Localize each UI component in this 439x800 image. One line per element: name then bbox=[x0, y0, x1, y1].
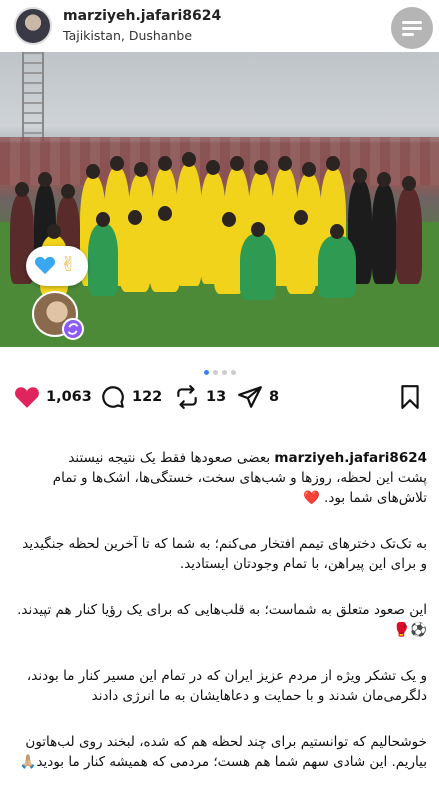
repost-arrows-icon bbox=[177, 385, 197, 409]
carousel-dot bbox=[230, 370, 236, 375]
carousel-dot bbox=[203, 370, 209, 375]
player-head bbox=[128, 210, 142, 225]
player-head bbox=[254, 160, 268, 175]
player-head bbox=[96, 212, 110, 227]
player-head bbox=[302, 162, 316, 177]
player-head bbox=[86, 164, 100, 179]
share-count: 8 bbox=[269, 389, 280, 405]
repost-button[interactable]: 13 bbox=[174, 384, 226, 410]
caption-username[interactable]: marziyeh.jafari8624 bbox=[274, 450, 427, 466]
menu-icon[interactable] bbox=[391, 7, 433, 49]
caption-first-text: بعضی صعودها فقط یک نتیجه نیستند bbox=[68, 450, 271, 466]
blue-heart-icon bbox=[34, 256, 56, 275]
player-head bbox=[61, 184, 75, 199]
player-figure bbox=[318, 236, 356, 298]
share-button[interactable]: 8 bbox=[237, 384, 279, 410]
player-head bbox=[38, 172, 52, 187]
repost-badge-icon bbox=[62, 318, 84, 340]
caption-line: و یک تشکر ویژه از مردم عزیز ایران که در … bbox=[26, 668, 427, 704]
victory-hand-icon: ✌ bbox=[60, 252, 77, 276]
carousel-dot bbox=[212, 370, 218, 375]
player-head bbox=[206, 160, 220, 175]
player-head bbox=[330, 224, 344, 239]
player-head bbox=[230, 156, 244, 171]
comment-count: 122 bbox=[132, 389, 163, 405]
player-figure bbox=[396, 188, 422, 284]
player-head bbox=[294, 210, 308, 225]
player-figure bbox=[150, 218, 180, 292]
player-head bbox=[326, 156, 340, 171]
comment-button[interactable]: 122 bbox=[100, 384, 162, 410]
player-head bbox=[182, 152, 196, 167]
like-count: 1,063 bbox=[46, 389, 92, 405]
player-head bbox=[402, 176, 416, 191]
player-figure bbox=[88, 224, 118, 296]
player-head bbox=[377, 172, 391, 187]
like-button[interactable]: 1,063 bbox=[14, 384, 92, 410]
caption-line: خوشحالیم که توانستیم برای چند لحظه هم که… bbox=[19, 734, 427, 770]
player-head bbox=[222, 212, 236, 227]
action-bar: 1,063 122 13 8 bbox=[0, 380, 439, 412]
carousel-dot bbox=[221, 370, 227, 375]
heart-icon bbox=[15, 387, 39, 408]
location[interactable]: Tajikistan, Dushanbe bbox=[63, 28, 192, 43]
player-head bbox=[353, 168, 367, 183]
player-figure bbox=[240, 234, 276, 300]
caption-line: این صعود متعلق به شماست؛ به قلب‌هایی که … bbox=[17, 602, 427, 638]
carousel-indicator bbox=[0, 360, 439, 375]
player-figure bbox=[372, 184, 396, 284]
player-head bbox=[110, 156, 124, 171]
player-head bbox=[15, 182, 29, 197]
player-figure bbox=[120, 222, 150, 292]
reaction-bubble[interactable]: ✌ bbox=[26, 246, 88, 286]
caption-first-paragraph: marziyeh.jafari8624 بعضی صعودها فقط یک ن… bbox=[12, 448, 427, 508]
player-head bbox=[158, 156, 172, 171]
profile-avatar[interactable] bbox=[14, 7, 52, 45]
send-icon bbox=[238, 386, 262, 408]
comment-bubble-icon bbox=[102, 386, 124, 408]
repost-count: 13 bbox=[206, 389, 227, 405]
player-head bbox=[278, 156, 292, 171]
player-head bbox=[47, 224, 61, 239]
player-head bbox=[251, 222, 265, 237]
caption-line: پشت این لحظه، روزها و شب‌های سخت، خستگی‌… bbox=[52, 470, 427, 506]
post-photo[interactable]: ✌ bbox=[0, 52, 439, 347]
post-caption: marziyeh.jafari8624 بعضی صعودها فقط یک ن… bbox=[12, 448, 427, 798]
username[interactable]: marziyeh.jafari8624 bbox=[63, 8, 221, 24]
player-head bbox=[158, 206, 172, 221]
post-header: marziyeh.jafari8624 Tajikistan, Dushanbe bbox=[0, 0, 439, 52]
player-figure bbox=[286, 222, 316, 294]
caption-line: به تک‌تک دخترهای تیمم افتخار می‌کنم؛ به … bbox=[22, 536, 427, 572]
player-head bbox=[134, 162, 148, 177]
bookmark-icon[interactable] bbox=[397, 384, 423, 410]
